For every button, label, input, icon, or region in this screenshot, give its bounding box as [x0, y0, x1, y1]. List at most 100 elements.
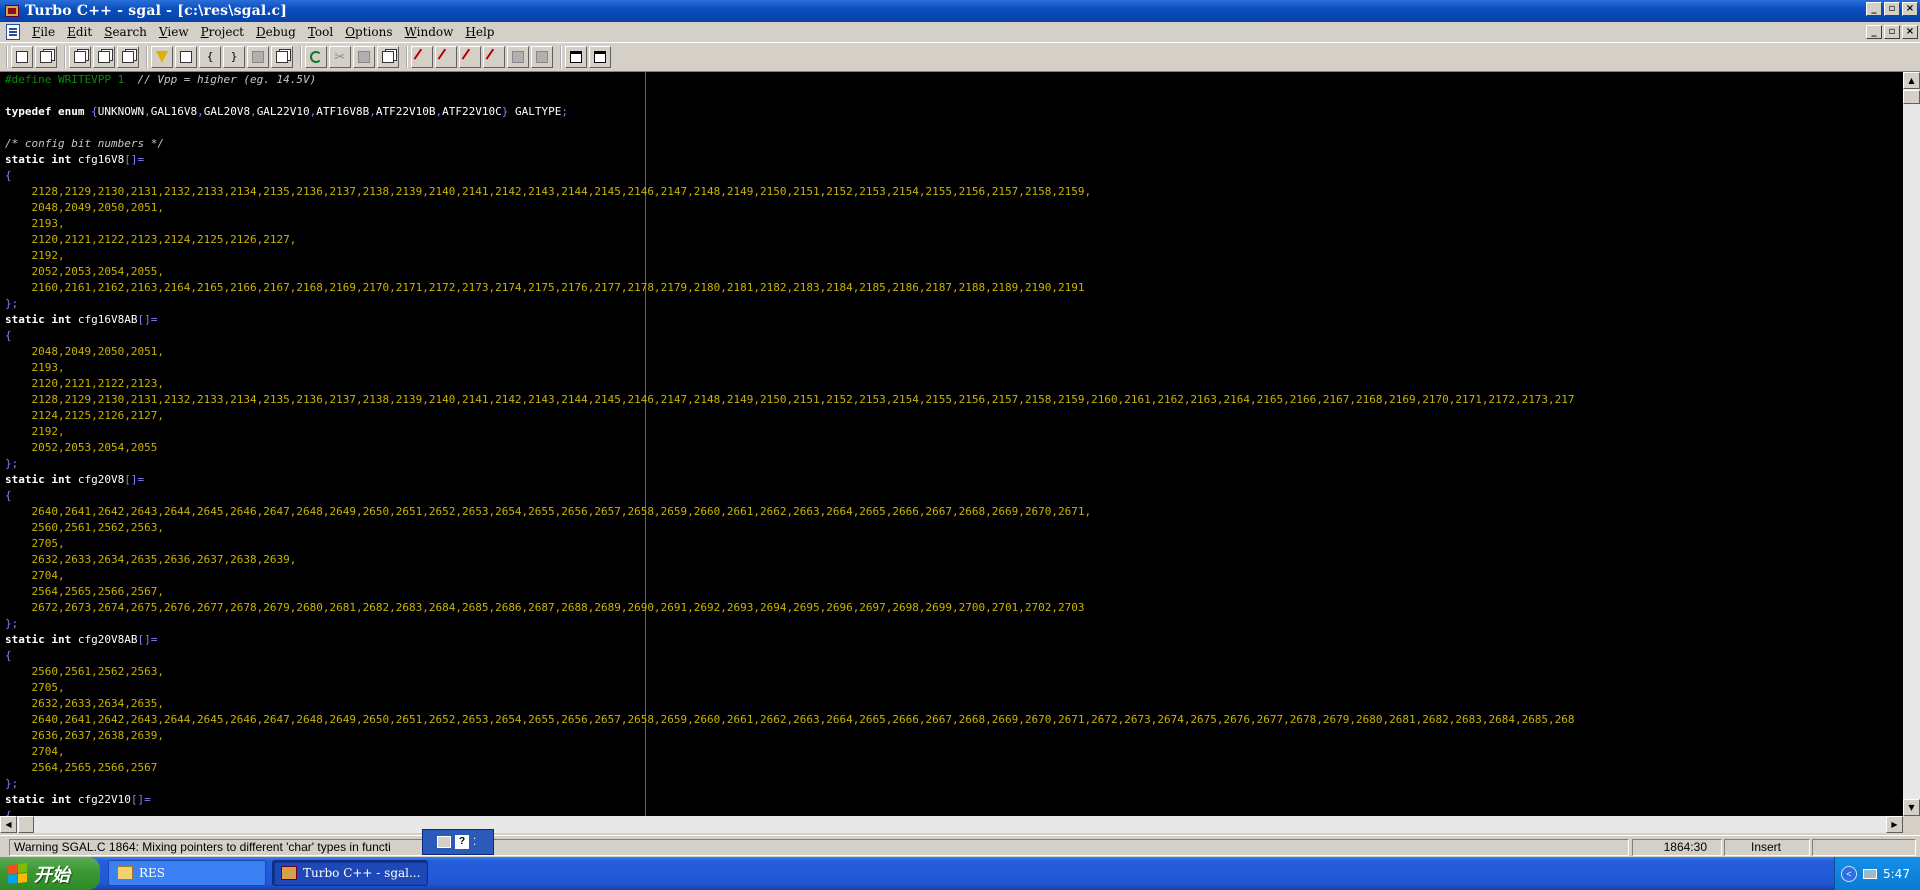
- code-line[interactable]: 2632,2633,2634,2635,: [5, 696, 1575, 712]
- tile-window-button[interactable]: [565, 46, 587, 68]
- code-line[interactable]: 2128,2129,2130,2131,2132,2133,2134,2135,…: [5, 392, 1574, 408]
- build-button[interactable]: [117, 46, 139, 68]
- grey-tool-button[interactable]: [507, 46, 529, 68]
- code-line[interactable]: 2632,2633,2634,2635,2636,2637,2638,2639,: [5, 552, 1575, 568]
- taskbar-item-res[interactable]: RES: [108, 860, 266, 886]
- code-line[interactable]: };: [5, 296, 1575, 312]
- copy-tool-button[interactable]: [271, 46, 293, 68]
- ime-toolbar[interactable]: ? ⁚: [422, 829, 494, 855]
- menu-debug[interactable]: Debug: [250, 25, 302, 39]
- code-line[interactable]: 2705,: [5, 680, 1575, 696]
- paste-button[interactable]: [377, 46, 399, 68]
- menu-edit[interactable]: Edit: [61, 25, 98, 39]
- code-line[interactable]: 2640,2641,2642,2643,2644,2645,2646,2647,…: [5, 712, 1574, 728]
- breakpoint-button[interactable]: [411, 46, 433, 68]
- run-button[interactable]: [151, 46, 173, 68]
- horizontal-scrollbar[interactable]: ◀ ▶: [0, 816, 1903, 833]
- doc-minimize-button[interactable]: _: [1866, 25, 1882, 39]
- doc-close-button[interactable]: ×: [1902, 25, 1918, 39]
- make-button[interactable]: [93, 46, 115, 68]
- code-line[interactable]: 2564,2565,2566,2567: [5, 760, 1575, 776]
- code-line[interactable]: 2704,: [5, 744, 1575, 760]
- code-line[interactable]: };: [5, 616, 1575, 632]
- keyboard-icon[interactable]: [437, 836, 451, 848]
- menu-tool[interactable]: Tool: [302, 25, 339, 39]
- code-line[interactable]: [5, 120, 1575, 136]
- code-line[interactable]: };: [5, 456, 1575, 472]
- show-hidden-icons-icon[interactable]: <: [1841, 865, 1857, 882]
- code-line[interactable]: 2193,: [5, 360, 1575, 376]
- document-icon[interactable]: [6, 24, 20, 40]
- code-line[interactable]: 2192,: [5, 424, 1575, 440]
- code-line[interactable]: 2564,2565,2566,2567,: [5, 584, 1575, 600]
- code-line[interactable]: 2160,2161,2162,2163,2164,2165,2166,2167,…: [5, 280, 1575, 296]
- code-line[interactable]: static int cfg20V8AB[]=: [5, 632, 1575, 648]
- code-line[interactable]: static int cfg16V8[]=: [5, 152, 1575, 168]
- brace-close-button[interactable]: }: [223, 46, 245, 68]
- doc-restore-button[interactable]: ▫: [1884, 25, 1900, 39]
- brace-open-button[interactable]: {: [199, 46, 221, 68]
- vertical-scroll-thumb[interactable]: [1903, 90, 1920, 104]
- horizontal-scroll-thumb[interactable]: [18, 816, 34, 833]
- grey-tool-button[interactable]: [247, 46, 269, 68]
- code-editor[interactable]: #define WRITEVPP 1 // Vpp = higher (eg. …: [0, 72, 1903, 816]
- start-button[interactable]: 开始: [0, 857, 100, 890]
- undo-button[interactable]: [305, 46, 327, 68]
- code-line[interactable]: static int cfg22V10[]=: [5, 792, 1575, 808]
- code-line[interactable]: 2052,2053,2054,2055: [5, 440, 1575, 456]
- menu-search[interactable]: Search: [98, 25, 153, 39]
- scroll-right-button[interactable]: ▶: [1886, 816, 1903, 833]
- code-line[interactable]: 2193,: [5, 216, 1575, 232]
- compile-button[interactable]: [69, 46, 91, 68]
- code-line[interactable]: [5, 88, 1575, 104]
- code-line[interactable]: typedef enum {UNKNOWN,GAL16V8,GAL20V8,GA…: [5, 104, 1575, 120]
- open-files-button[interactable]: [35, 46, 57, 68]
- menu-options[interactable]: Options: [339, 25, 398, 39]
- taskbar-item-turbo-cpp[interactable]: Turbo C++ - sgal...: [272, 860, 428, 886]
- code-line[interactable]: static int cfg16V8AB[]=: [5, 312, 1575, 328]
- code-line[interactable]: 2124,2125,2126,2127,: [5, 408, 1575, 424]
- code-line[interactable]: #define WRITEVPP 1 // Vpp = higher (eg. …: [5, 72, 1575, 88]
- grey-tool-button[interactable]: [353, 46, 375, 68]
- code-line[interactable]: 2120,2121,2122,2123,2124,2125,2126,2127,: [5, 232, 1575, 248]
- grey-tool-button[interactable]: [531, 46, 553, 68]
- code-line[interactable]: /* config bit numbers */: [5, 136, 1575, 152]
- vertical-scrollbar[interactable]: ▲ ▼: [1903, 72, 1920, 816]
- code-line[interactable]: 2048,2049,2050,2051,: [5, 344, 1575, 360]
- close-button[interactable]: ×: [1902, 2, 1918, 16]
- menu-file[interactable]: File: [26, 25, 61, 39]
- code-line[interactable]: 2052,2053,2054,2055,: [5, 264, 1575, 280]
- scroll-left-button[interactable]: ◀: [0, 816, 17, 833]
- code-line[interactable]: 2120,2121,2122,2123,: [5, 376, 1575, 392]
- code-line[interactable]: 2560,2561,2562,2563,: [5, 520, 1575, 536]
- code-line[interactable]: 2705,: [5, 536, 1575, 552]
- code-line[interactable]: };: [5, 776, 1575, 792]
- menu-window[interactable]: Window: [399, 25, 460, 39]
- code-line[interactable]: 2560,2561,2562,2563,: [5, 664, 1575, 680]
- code-line[interactable]: {: [5, 168, 1575, 184]
- new-file-button[interactable]: [11, 46, 33, 68]
- scroll-up-button[interactable]: ▲: [1903, 72, 1920, 89]
- code-line[interactable]: 2192,: [5, 248, 1575, 264]
- code-line[interactable]: {: [5, 648, 1575, 664]
- evaluate-button[interactable]: [483, 46, 505, 68]
- minimize-button[interactable]: _: [1866, 2, 1882, 16]
- restore-button[interactable]: ▫: [1884, 2, 1900, 16]
- cut-button[interactable]: ✂: [329, 46, 351, 68]
- menu-project[interactable]: Project: [195, 25, 250, 39]
- code-line[interactable]: 2640,2641,2642,2643,2644,2645,2646,2647,…: [5, 504, 1575, 520]
- code-line[interactable]: {: [5, 808, 1575, 816]
- help-icon[interactable]: ?: [455, 835, 469, 849]
- network-icon[interactable]: [1863, 868, 1877, 879]
- step-button[interactable]: [175, 46, 197, 68]
- clock[interactable]: 5:47: [1883, 867, 1910, 881]
- code-line[interactable]: {: [5, 328, 1575, 344]
- code-line[interactable]: 2128,2129,2130,2131,2132,2133,2134,2135,…: [5, 184, 1575, 200]
- code-line[interactable]: {: [5, 488, 1575, 504]
- code-line[interactable]: 2704,: [5, 568, 1575, 584]
- watch-button[interactable]: [459, 46, 481, 68]
- code-line[interactable]: 2636,2637,2638,2639,: [5, 728, 1575, 744]
- cascade-window-button[interactable]: [589, 46, 611, 68]
- code-line[interactable]: static int cfg20V8[]=: [5, 472, 1575, 488]
- code-line[interactable]: 2048,2049,2050,2051,: [5, 200, 1575, 216]
